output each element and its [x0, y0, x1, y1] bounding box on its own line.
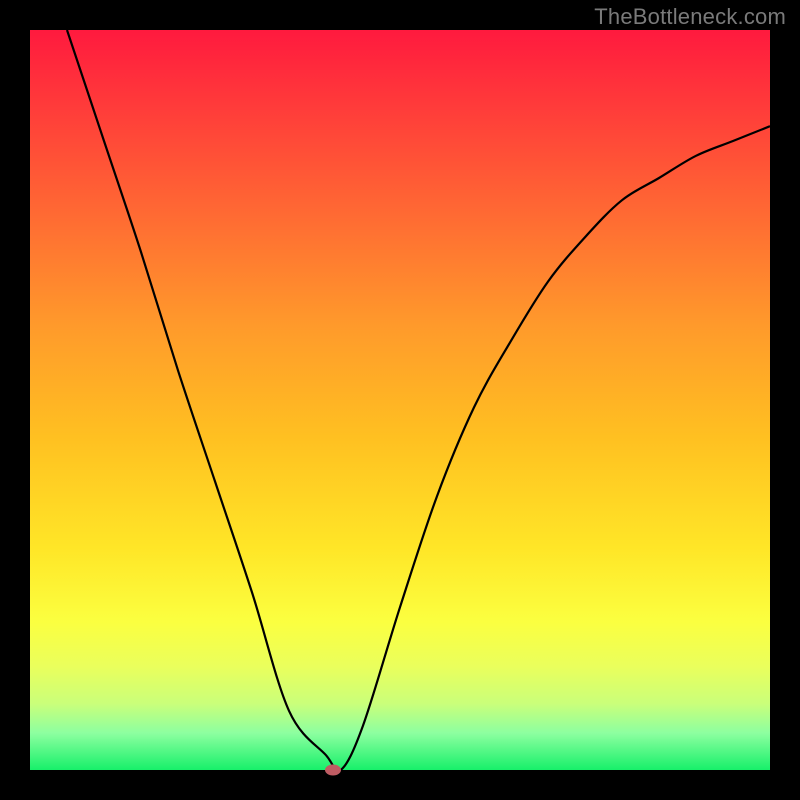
chart-frame: TheBottleneck.com [0, 0, 800, 800]
curve-svg [30, 30, 770, 770]
bottleneck-curve-path [67, 30, 770, 770]
plot-area [30, 30, 770, 770]
optimal-marker [325, 765, 341, 776]
watermark-text: TheBottleneck.com [594, 4, 786, 30]
